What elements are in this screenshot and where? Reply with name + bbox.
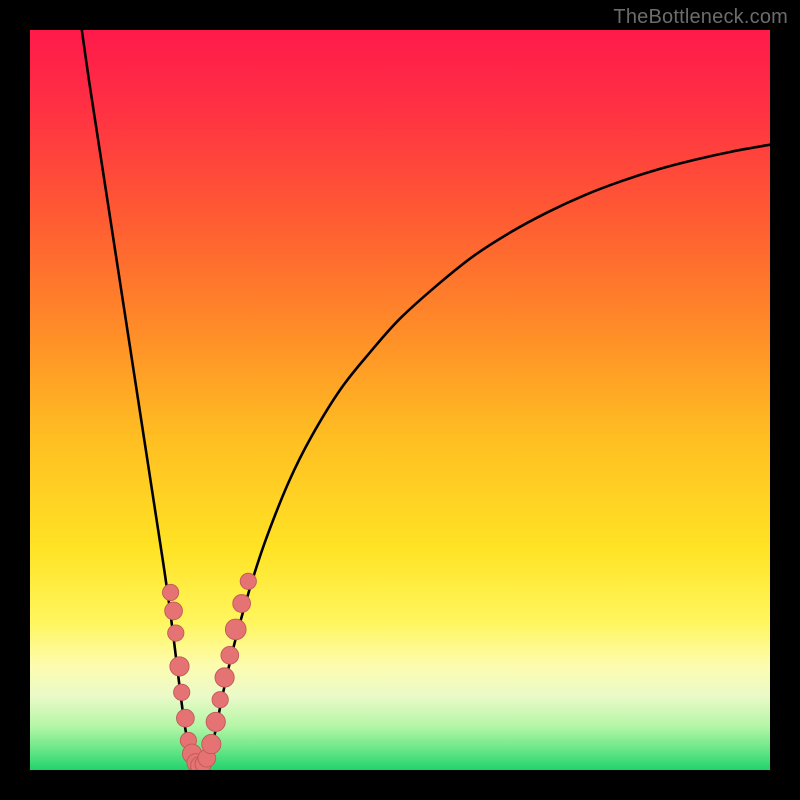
data-marker (202, 734, 221, 753)
data-marker (240, 573, 256, 589)
data-marker (206, 712, 225, 731)
data-marker (170, 657, 189, 676)
data-marker (225, 619, 246, 640)
data-marker (168, 625, 184, 641)
data-marker (162, 584, 178, 600)
plot-area (30, 30, 770, 770)
data-marker (215, 668, 234, 687)
data-marker (174, 684, 190, 700)
data-marker (165, 602, 183, 620)
watermark-text: TheBottleneck.com (613, 6, 788, 29)
data-marker (177, 709, 195, 727)
curve-layer (30, 30, 770, 770)
data-marker (233, 595, 251, 613)
marker-group (162, 573, 256, 770)
data-marker (212, 692, 228, 708)
data-marker (221, 646, 239, 664)
bottleneck-curve (82, 30, 770, 768)
chart-container: TheBottleneck.com (0, 0, 800, 800)
